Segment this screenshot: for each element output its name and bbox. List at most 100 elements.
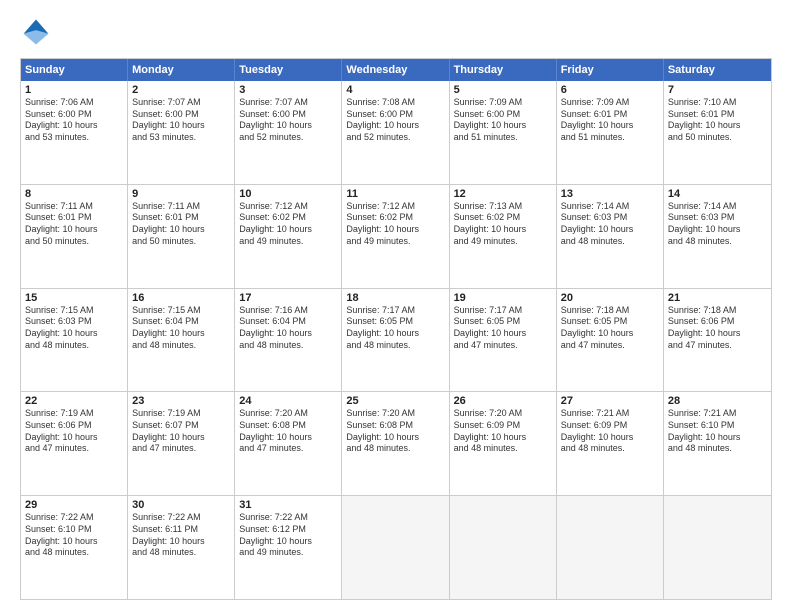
day-number: 18 [346, 292, 444, 304]
header-day-saturday: Saturday [664, 59, 771, 81]
calendar-body: 1Sunrise: 7:06 AMSunset: 6:00 PMDaylight… [21, 81, 771, 599]
cell-info: Sunrise: 7:07 AMSunset: 6:00 PMDaylight:… [239, 97, 312, 142]
cell-info: Sunrise: 7:18 AMSunset: 6:05 PMDaylight:… [561, 305, 634, 350]
calendar-row-4: 22Sunrise: 7:19 AMSunset: 6:06 PMDayligh… [21, 391, 771, 495]
day-number: 4 [346, 84, 444, 96]
calendar-cell: 26Sunrise: 7:20 AMSunset: 6:09 PMDayligh… [450, 392, 557, 495]
calendar-cell: 11Sunrise: 7:12 AMSunset: 6:02 PMDayligh… [342, 185, 449, 288]
calendar-cell: 12Sunrise: 7:13 AMSunset: 6:02 PMDayligh… [450, 185, 557, 288]
cell-info: Sunrise: 7:09 AMSunset: 6:00 PMDaylight:… [454, 97, 527, 142]
calendar-cell: 31Sunrise: 7:22 AMSunset: 6:12 PMDayligh… [235, 496, 342, 599]
cell-info: Sunrise: 7:22 AMSunset: 6:12 PMDaylight:… [239, 512, 312, 557]
cell-info: Sunrise: 7:12 AMSunset: 6:02 PMDaylight:… [239, 201, 312, 246]
cell-info: Sunrise: 7:08 AMSunset: 6:00 PMDaylight:… [346, 97, 419, 142]
calendar-cell: 27Sunrise: 7:21 AMSunset: 6:09 PMDayligh… [557, 392, 664, 495]
day-number: 21 [668, 292, 767, 304]
calendar-row-3: 15Sunrise: 7:15 AMSunset: 6:03 PMDayligh… [21, 288, 771, 392]
day-number: 13 [561, 188, 659, 200]
cell-info: Sunrise: 7:19 AMSunset: 6:06 PMDaylight:… [25, 408, 98, 453]
day-number: 11 [346, 188, 444, 200]
cell-info: Sunrise: 7:20 AMSunset: 6:08 PMDaylight:… [239, 408, 312, 453]
day-number: 5 [454, 84, 552, 96]
calendar-cell: 14Sunrise: 7:14 AMSunset: 6:03 PMDayligh… [664, 185, 771, 288]
day-number: 16 [132, 292, 230, 304]
calendar-cell: 13Sunrise: 7:14 AMSunset: 6:03 PMDayligh… [557, 185, 664, 288]
calendar-cell: 23Sunrise: 7:19 AMSunset: 6:07 PMDayligh… [128, 392, 235, 495]
day-number: 19 [454, 292, 552, 304]
day-number: 8 [25, 188, 123, 200]
calendar-cell: 21Sunrise: 7:18 AMSunset: 6:06 PMDayligh… [664, 289, 771, 392]
day-number: 9 [132, 188, 230, 200]
cell-info: Sunrise: 7:19 AMSunset: 6:07 PMDaylight:… [132, 408, 205, 453]
header-day-tuesday: Tuesday [235, 59, 342, 81]
calendar-cell: 10Sunrise: 7:12 AMSunset: 6:02 PMDayligh… [235, 185, 342, 288]
cell-info: Sunrise: 7:21 AMSunset: 6:10 PMDaylight:… [668, 408, 741, 453]
day-number: 17 [239, 292, 337, 304]
logo-icon [20, 16, 52, 48]
header [20, 16, 772, 48]
calendar-cell [450, 496, 557, 599]
header-day-friday: Friday [557, 59, 664, 81]
cell-info: Sunrise: 7:16 AMSunset: 6:04 PMDaylight:… [239, 305, 312, 350]
calendar-cell: 30Sunrise: 7:22 AMSunset: 6:11 PMDayligh… [128, 496, 235, 599]
calendar-cell: 15Sunrise: 7:15 AMSunset: 6:03 PMDayligh… [21, 289, 128, 392]
cell-info: Sunrise: 7:20 AMSunset: 6:08 PMDaylight:… [346, 408, 419, 453]
day-number: 23 [132, 395, 230, 407]
cell-info: Sunrise: 7:09 AMSunset: 6:01 PMDaylight:… [561, 97, 634, 142]
calendar-cell: 3Sunrise: 7:07 AMSunset: 6:00 PMDaylight… [235, 81, 342, 184]
header-day-sunday: Sunday [21, 59, 128, 81]
cell-info: Sunrise: 7:14 AMSunset: 6:03 PMDaylight:… [561, 201, 634, 246]
calendar-cell: 22Sunrise: 7:19 AMSunset: 6:06 PMDayligh… [21, 392, 128, 495]
calendar-cell: 6Sunrise: 7:09 AMSunset: 6:01 PMDaylight… [557, 81, 664, 184]
day-number: 26 [454, 395, 552, 407]
header-day-monday: Monday [128, 59, 235, 81]
day-number: 15 [25, 292, 123, 304]
calendar-cell: 24Sunrise: 7:20 AMSunset: 6:08 PMDayligh… [235, 392, 342, 495]
calendar-header: SundayMondayTuesdayWednesdayThursdayFrid… [21, 59, 771, 81]
calendar-cell [557, 496, 664, 599]
calendar-cell: 7Sunrise: 7:10 AMSunset: 6:01 PMDaylight… [664, 81, 771, 184]
calendar-cell: 1Sunrise: 7:06 AMSunset: 6:00 PMDaylight… [21, 81, 128, 184]
cell-info: Sunrise: 7:21 AMSunset: 6:09 PMDaylight:… [561, 408, 634, 453]
calendar-row-2: 8Sunrise: 7:11 AMSunset: 6:01 PMDaylight… [21, 184, 771, 288]
calendar-cell: 17Sunrise: 7:16 AMSunset: 6:04 PMDayligh… [235, 289, 342, 392]
cell-info: Sunrise: 7:14 AMSunset: 6:03 PMDaylight:… [668, 201, 741, 246]
day-number: 30 [132, 499, 230, 511]
cell-info: Sunrise: 7:17 AMSunset: 6:05 PMDaylight:… [346, 305, 419, 350]
day-number: 14 [668, 188, 767, 200]
day-number: 27 [561, 395, 659, 407]
calendar-cell: 18Sunrise: 7:17 AMSunset: 6:05 PMDayligh… [342, 289, 449, 392]
cell-info: Sunrise: 7:06 AMSunset: 6:00 PMDaylight:… [25, 97, 98, 142]
calendar-cell: 4Sunrise: 7:08 AMSunset: 6:00 PMDaylight… [342, 81, 449, 184]
day-number: 25 [346, 395, 444, 407]
day-number: 6 [561, 84, 659, 96]
cell-info: Sunrise: 7:12 AMSunset: 6:02 PMDaylight:… [346, 201, 419, 246]
day-number: 2 [132, 84, 230, 96]
header-day-wednesday: Wednesday [342, 59, 449, 81]
day-number: 22 [25, 395, 123, 407]
cell-info: Sunrise: 7:18 AMSunset: 6:06 PMDaylight:… [668, 305, 741, 350]
cell-info: Sunrise: 7:11 AMSunset: 6:01 PMDaylight:… [25, 201, 98, 246]
day-number: 3 [239, 84, 337, 96]
day-number: 10 [239, 188, 337, 200]
day-number: 24 [239, 395, 337, 407]
calendar-cell: 19Sunrise: 7:17 AMSunset: 6:05 PMDayligh… [450, 289, 557, 392]
cell-info: Sunrise: 7:07 AMSunset: 6:00 PMDaylight:… [132, 97, 205, 142]
day-number: 28 [668, 395, 767, 407]
calendar-cell: 5Sunrise: 7:09 AMSunset: 6:00 PMDaylight… [450, 81, 557, 184]
cell-info: Sunrise: 7:20 AMSunset: 6:09 PMDaylight:… [454, 408, 527, 453]
cell-info: Sunrise: 7:15 AMSunset: 6:03 PMDaylight:… [25, 305, 98, 350]
calendar-row-5: 29Sunrise: 7:22 AMSunset: 6:10 PMDayligh… [21, 495, 771, 599]
cell-info: Sunrise: 7:17 AMSunset: 6:05 PMDaylight:… [454, 305, 527, 350]
calendar-cell [664, 496, 771, 599]
day-number: 1 [25, 84, 123, 96]
calendar-cell: 9Sunrise: 7:11 AMSunset: 6:01 PMDaylight… [128, 185, 235, 288]
header-day-thursday: Thursday [450, 59, 557, 81]
day-number: 20 [561, 292, 659, 304]
calendar-cell: 20Sunrise: 7:18 AMSunset: 6:05 PMDayligh… [557, 289, 664, 392]
calendar-cell [342, 496, 449, 599]
cell-info: Sunrise: 7:13 AMSunset: 6:02 PMDaylight:… [454, 201, 527, 246]
calendar-cell: 28Sunrise: 7:21 AMSunset: 6:10 PMDayligh… [664, 392, 771, 495]
calendar-cell: 16Sunrise: 7:15 AMSunset: 6:04 PMDayligh… [128, 289, 235, 392]
calendar-cell: 25Sunrise: 7:20 AMSunset: 6:08 PMDayligh… [342, 392, 449, 495]
